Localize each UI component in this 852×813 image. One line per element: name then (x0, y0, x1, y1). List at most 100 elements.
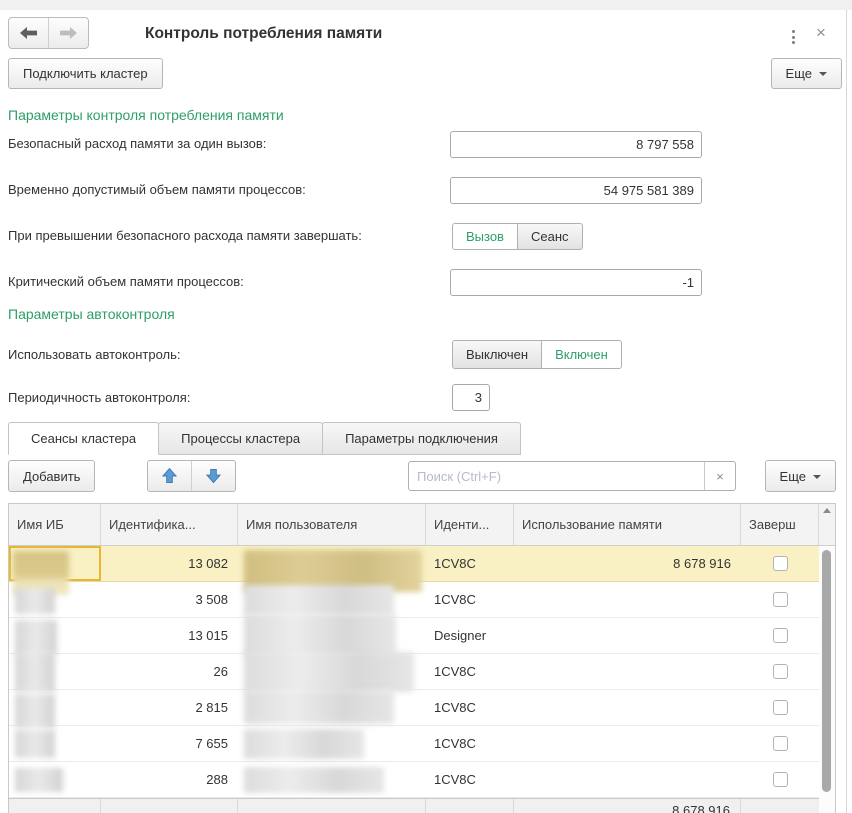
cell-app-id: 1CV8C (426, 546, 514, 581)
cell-terminate (741, 582, 819, 617)
terminate-checkbox[interactable] (773, 736, 788, 751)
toggle-option-call[interactable]: Вызов (452, 223, 518, 250)
cell-identifier: 7 655 (101, 726, 238, 761)
redacted-infobase (15, 694, 55, 728)
footer-username (238, 799, 426, 813)
column-memory-usage[interactable]: Использование памяти (514, 504, 741, 545)
table-footer: 8 678 916 (9, 798, 835, 813)
cell-terminate (741, 690, 819, 725)
search-input[interactable] (409, 462, 704, 490)
exceed-action-toggle: Вызов Сеанс (452, 223, 583, 250)
up-arrow-icon (162, 468, 177, 484)
cell-identifier: 3 508 (101, 582, 238, 617)
cell-infobase (9, 762, 101, 797)
cell-app-id: 1CV8C (426, 690, 514, 725)
terminate-checkbox[interactable] (773, 592, 788, 607)
cell-memory (514, 618, 741, 653)
redacted-infobase (15, 620, 57, 654)
redacted-username (244, 729, 364, 759)
autocontrol-toggle: Выключен Включен (452, 340, 622, 369)
period-input[interactable] (452, 384, 490, 411)
terminate-checkbox[interactable] (773, 556, 788, 571)
toggle-option-off[interactable]: Выключен (452, 340, 542, 369)
scrollbar-up-area[interactable] (819, 504, 835, 545)
exceed-action-label: При превышении безопасного расхода памят… (8, 228, 362, 243)
terminate-checkbox[interactable] (773, 628, 788, 643)
column-infobase[interactable]: Имя ИБ (9, 504, 101, 545)
more-button-top[interactable]: Еще (771, 58, 842, 89)
cell-terminate (741, 546, 819, 581)
move-down-button[interactable] (191, 461, 235, 491)
down-arrow-icon (206, 468, 221, 484)
column-username[interactable]: Имя пользователя (238, 504, 426, 545)
tab-cluster-processes[interactable]: Процессы кластера (158, 422, 323, 455)
redacted-username (244, 690, 394, 724)
section-heading-memory-params: Параметры контроля потребления памяти (8, 107, 284, 123)
scroll-up-icon (823, 508, 831, 513)
sessions-table: Имя ИБ Идентифика... Имя пользователя Ид… (8, 503, 836, 813)
cell-infobase (9, 690, 101, 725)
cell-app-id: 1CV8C (426, 582, 514, 617)
safe-memory-label: Безопасный расход памяти за один вызов: (8, 136, 266, 151)
toggle-option-on[interactable]: Включен (541, 340, 622, 369)
terminate-checkbox[interactable] (773, 772, 788, 787)
critical-memory-input[interactable] (450, 269, 702, 296)
footer-infobase (9, 799, 101, 813)
cell-infobase (9, 654, 101, 689)
vertical-scrollbar[interactable] (819, 546, 835, 813)
search-clear-icon[interactable]: × (704, 462, 735, 490)
temp-memory-input[interactable] (450, 177, 702, 204)
more-toolbar-label: Еще (780, 469, 806, 484)
redacted-username (244, 652, 414, 692)
cell-terminate (741, 762, 819, 797)
terminate-checkbox[interactable] (773, 664, 788, 679)
column-terminate[interactable]: Заверш (741, 504, 819, 545)
more-button-toolbar[interactable]: Еще (765, 460, 836, 492)
cell-infobase (9, 546, 101, 581)
cell-infobase (9, 618, 101, 653)
cell-memory: 8 678 916 (514, 546, 741, 581)
tab-cluster-sessions[interactable]: Сеансы кластера (8, 422, 159, 455)
redacted-username (244, 614, 396, 656)
cell-memory (514, 582, 741, 617)
chevron-down-icon (819, 72, 827, 76)
footer-terminate (741, 799, 819, 813)
scrollbar-thumb[interactable] (822, 550, 831, 792)
close-icon[interactable]: × (814, 22, 828, 44)
terminate-checkbox[interactable] (773, 700, 788, 715)
cell-identifier: 13 082 (101, 546, 238, 581)
window-top-strip (0, 0, 852, 10)
tab-connection-params[interactable]: Параметры подключения (322, 422, 521, 455)
footer-identifier (101, 799, 238, 813)
cell-app-id: 1CV8C (426, 726, 514, 761)
table-row[interactable]: 7 655 1CV8C (9, 726, 835, 762)
forward-button[interactable] (48, 18, 88, 48)
nav-button-group (8, 17, 89, 49)
toggle-option-session[interactable]: Сеанс (517, 223, 583, 250)
back-button[interactable] (9, 18, 48, 48)
column-identifier[interactable]: Идентифика... (101, 504, 238, 545)
cell-terminate (741, 618, 819, 653)
cell-username (238, 762, 426, 797)
cell-identifier: 13 015 (101, 618, 238, 653)
column-app-id[interactable]: Иденти... (426, 504, 514, 545)
cell-identifier: 26 (101, 654, 238, 689)
table-header: Имя ИБ Идентифика... Имя пользователя Ид… (9, 504, 835, 546)
move-up-button[interactable] (148, 461, 191, 491)
search-box: × (408, 461, 736, 491)
footer-memory-total: 8 678 916 (514, 799, 741, 813)
table-row[interactable]: 2 815 1CV8C (9, 690, 835, 726)
table-row[interactable]: 288 1CV8C (9, 762, 835, 798)
add-button[interactable]: Добавить (8, 460, 95, 492)
cell-app-id: Designer (426, 618, 514, 653)
cell-identifier: 2 815 (101, 690, 238, 725)
table-row[interactable]: 26 1CV8C (9, 654, 835, 690)
cell-username (238, 546, 426, 581)
window-menu-icon[interactable] (789, 27, 798, 47)
table-row[interactable]: 3 508 1CV8C (9, 582, 835, 618)
connect-cluster-button[interactable]: Подключить кластер (8, 58, 163, 89)
critical-memory-label: Критический объем памяти процессов: (8, 274, 244, 289)
safe-memory-input[interactable] (450, 131, 702, 158)
table-row[interactable]: 13 082 1CV8C 8 678 916 (9, 546, 835, 582)
table-row[interactable]: 13 015 Designer (9, 618, 835, 654)
